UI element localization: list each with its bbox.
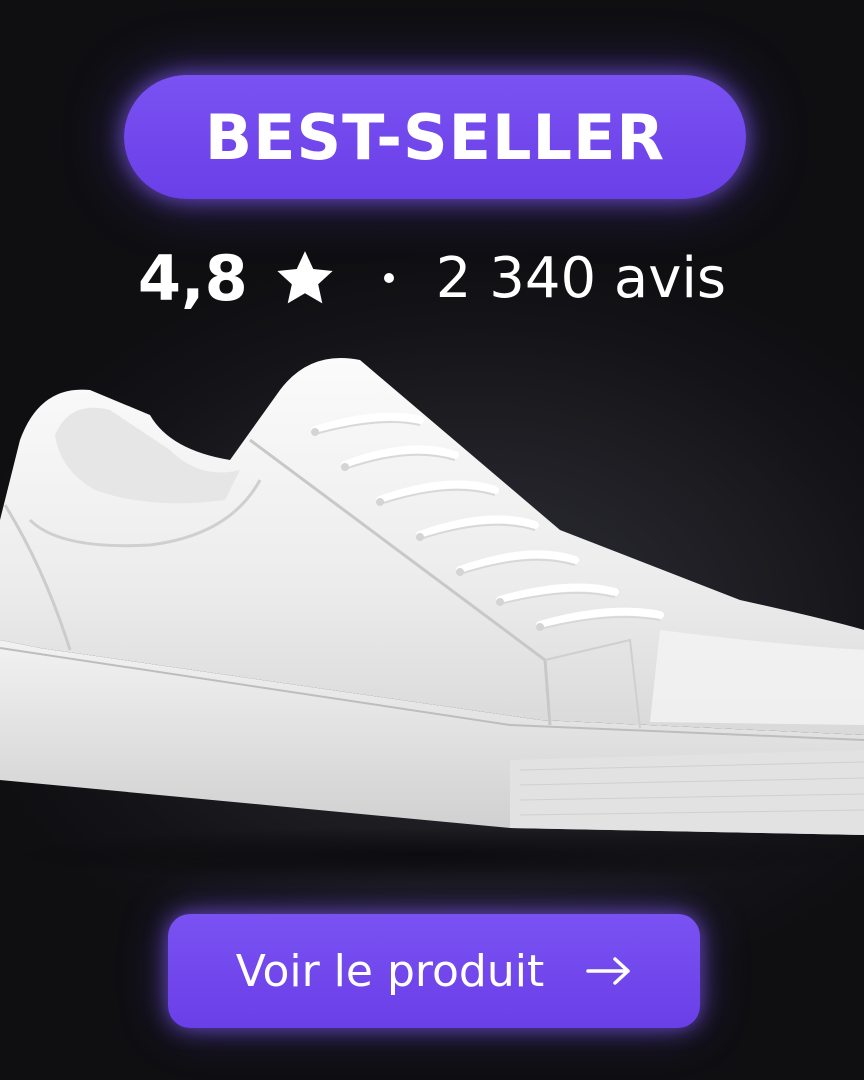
best-seller-badge: BEST-SELLER [124, 75, 746, 199]
view-product-button[interactable]: Voir le produit [168, 914, 700, 1028]
view-product-label: Voir le produit [235, 945, 545, 997]
sneaker-image [0, 358, 864, 883]
product-promo-card: BEST-SELLER 4,8 2 340 avis Voir le produ… [0, 0, 864, 1080]
review-count: 2 340 avis [435, 245, 727, 311]
rating-value: 4,8 [137, 241, 248, 315]
star-icon [277, 251, 333, 304]
badge-label: BEST-SELLER [204, 100, 666, 174]
arrow-right-icon [586, 957, 630, 985]
separator-dot [383, 273, 394, 283]
rating-row: 4,8 2 340 avis [0, 236, 864, 320]
